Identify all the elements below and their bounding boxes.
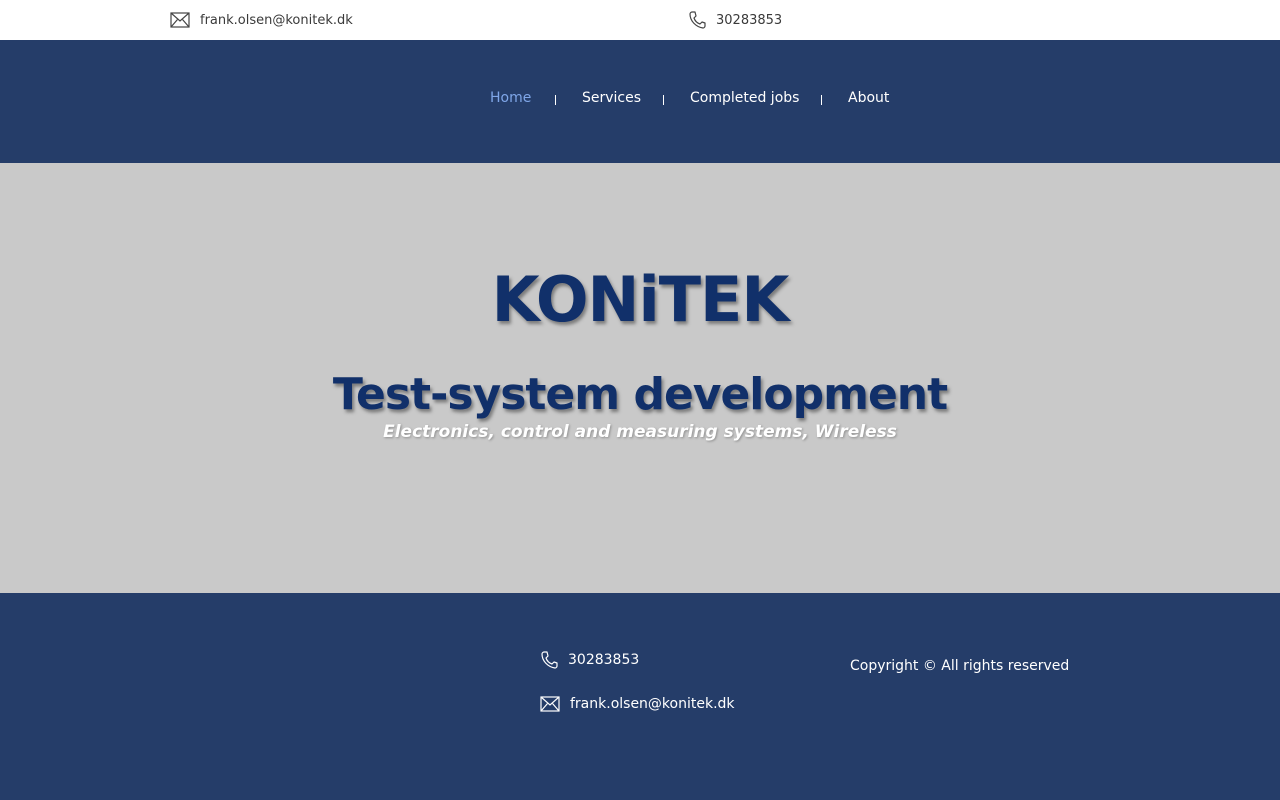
phone-icon [540,650,558,670]
main-navbar: Home Services Completed jobs About [0,40,1280,163]
hero-section: KONiTEK Test-system development Electron… [0,163,1280,593]
top-email-link[interactable]: frank.olsen@konitek.dk [170,0,353,40]
nav-item-completed-jobs[interactable]: Completed jobs [690,90,799,106]
footer: 30283853 frank.olsen@konitek.dk Copyrigh… [0,593,1280,800]
footer-phone-text: 30283853 [568,652,640,668]
nav-item-about[interactable]: About [848,90,889,106]
nav-separator [663,95,664,105]
hero-tagline: Electronics, control and measuring syste… [383,422,897,442]
top-phone-text: 30283853 [716,12,783,28]
footer-email-link[interactable]: frank.olsen@konitek.dk [540,692,735,716]
footer-phone-link[interactable]: 30283853 [540,648,639,672]
nav-item-home[interactable]: Home [490,90,531,106]
hero-headline: Test-system development [332,369,948,420]
nav-separator [555,95,556,105]
envelope-icon [540,696,560,712]
brand-title: KONiTEK [491,263,790,336]
main-nav: Home Services Completed jobs About [0,40,1280,163]
nav-separator [821,95,822,105]
copyright-text: Copyright © All rights reserved [850,658,1070,674]
footer-email-text: frank.olsen@konitek.dk [570,696,735,712]
envelope-icon [170,12,190,28]
top-contact-bar: frank.olsen@konitek.dk 30283853 [0,0,1280,40]
nav-item-services[interactable]: Services [582,90,641,106]
top-phone-link[interactable]: 30283853 [688,0,782,40]
top-email-text: frank.olsen@konitek.dk [200,12,353,28]
phone-icon [688,10,706,30]
